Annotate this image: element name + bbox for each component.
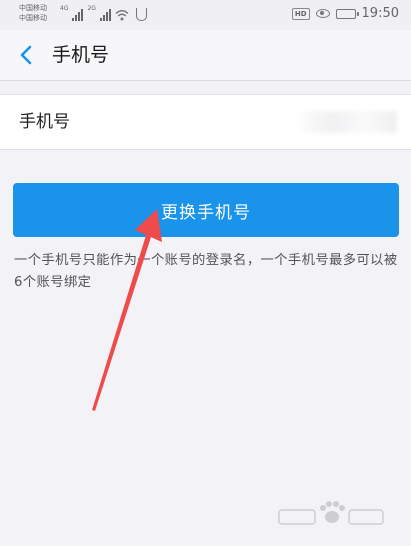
- status-right: HD 19:50: [291, 6, 399, 21]
- signal-2-icon: [99, 9, 111, 21]
- signal-indicators: 4G 2G: [60, 5, 147, 21]
- signal-1-icon: [72, 9, 84, 21]
- phone-number-label: 手机号: [19, 112, 70, 132]
- phone-number-row[interactable]: 手机号: [0, 94, 411, 150]
- phone-number-value-masked: [301, 111, 397, 133]
- usb-icon: [135, 8, 147, 21]
- wifi-icon: [115, 9, 129, 21]
- back-button[interactable]: [14, 41, 40, 69]
- status-time: 19:50: [361, 6, 399, 21]
- network-type-1: 4G: [60, 5, 69, 12]
- nav-bar: 手机号: [0, 30, 411, 81]
- eye-comfort-icon: [315, 9, 330, 18]
- chevron-left-icon: [20, 45, 32, 65]
- status-bar: 中国移动 中国移动 4G 2G HD 19:50: [0, 0, 411, 30]
- network-type-2: 2G: [87, 5, 96, 12]
- change-phone-button[interactable]: 更换手机号: [13, 183, 399, 237]
- carrier-2-label: 中国移动: [19, 14, 47, 22]
- carrier-1-label: 中国移动: [19, 4, 47, 12]
- hd-badge: HD: [291, 7, 310, 20]
- battery-icon: [335, 8, 359, 19]
- carrier-labels: 中国移动 中国移动: [19, 3, 47, 23]
- paw-watermark-icon: [278, 501, 384, 525]
- page-title: 手机号: [52, 44, 110, 66]
- hint-text: 一个手机号只能作为一个账号的登录名，一个手机号最多可以被6个账号绑定: [14, 253, 398, 290]
